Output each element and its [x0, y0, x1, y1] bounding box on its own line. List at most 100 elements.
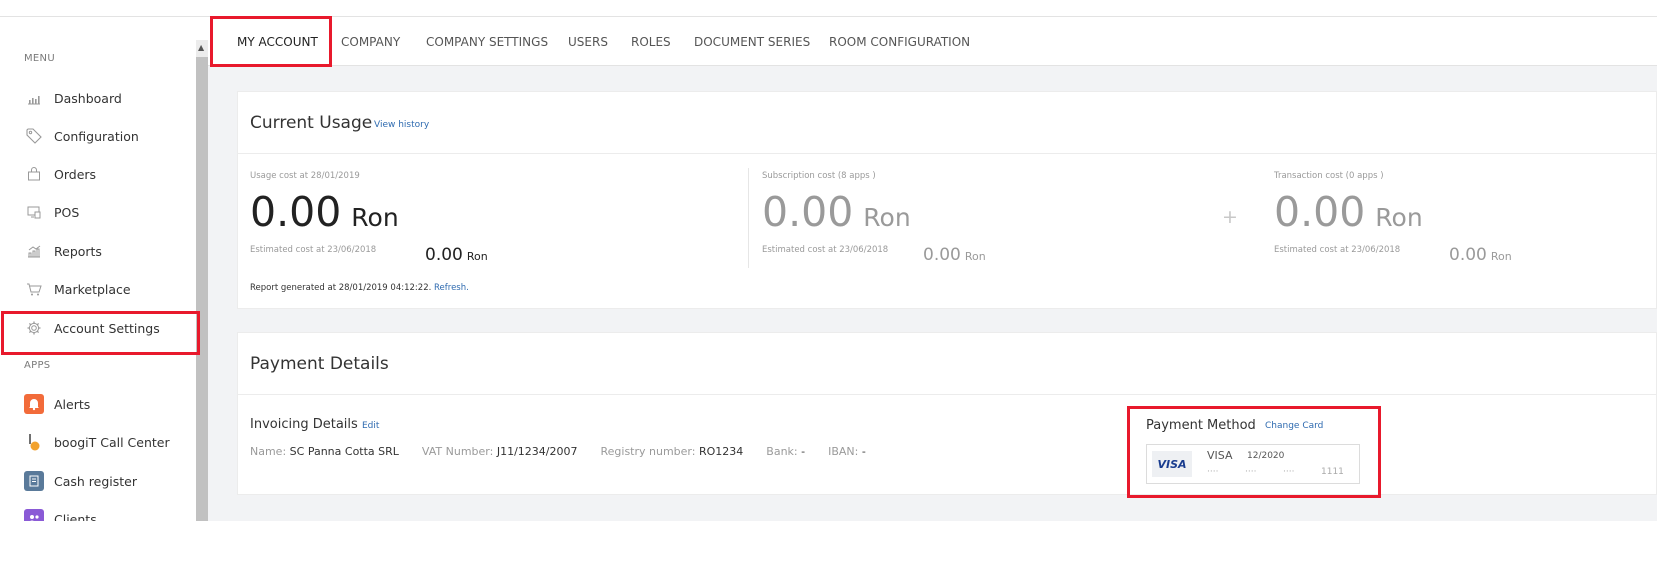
payment-details-card: Payment Details Invoicing Details Edit N…	[237, 332, 1657, 495]
transaction-estimated-label: Estimated cost at 23/06/2018	[1274, 245, 1401, 255]
report-generated-text: Report generated at 28/01/2019 04:12:22.…	[250, 283, 469, 293]
gear-icon	[24, 318, 44, 338]
scroll-up-arrow-icon[interactable]: ▲	[198, 44, 204, 52]
clients-icon	[24, 509, 44, 521]
sidebar-item-reports[interactable]: Reports	[0, 236, 196, 266]
change-card-link[interactable]: Change Card	[1265, 421, 1323, 431]
shopping-bag-icon	[24, 164, 44, 184]
transaction-cost-currency: Ron	[1375, 203, 1423, 232]
edit-invoicing-link[interactable]: Edit	[362, 421, 379, 431]
registry-number: RO1234	[698, 445, 744, 458]
bell-icon	[24, 394, 44, 414]
sidebar-scrollbar[interactable]: ▲	[196, 40, 208, 521]
menu-section-label: MENU	[24, 53, 55, 64]
plus-sign: +	[1222, 206, 1238, 228]
subscription-estimated-amount: 0.00 Ron	[923, 245, 986, 265]
usage-estimated-currency: Ron	[466, 250, 488, 263]
tab-document-series[interactable]: DOCUMENT SERIES	[694, 18, 810, 66]
sidebar-app-label: boogiT Call Center	[54, 434, 170, 450]
sidebar-item-configuration[interactable]: Configuration	[0, 121, 196, 151]
scroll-thumb[interactable]	[196, 57, 208, 521]
sidebar: MENU Dashboard Configuration Orders POS …	[0, 18, 196, 521]
apps-section-label: APPS	[24, 360, 51, 371]
tab-company[interactable]: COMPANY	[341, 18, 400, 66]
phone-icon	[24, 432, 44, 452]
tab-roles[interactable]: ROLES	[631, 18, 671, 66]
name-key: Name:	[250, 445, 287, 458]
tab-my-account[interactable]: MY ACCOUNT	[237, 18, 318, 66]
subscription-estimated-value: 0.00	[923, 245, 961, 265]
card-number-group-1: ····	[1207, 467, 1219, 477]
usage-estimated-value: 0.00	[425, 245, 463, 265]
transaction-cost-label: Transaction cost (0 apps )	[1274, 171, 1384, 181]
cash-register-icon	[24, 471, 44, 491]
iban-value: -	[861, 445, 866, 458]
transaction-estimated-value: 0.00	[1449, 245, 1487, 265]
visa-logo-icon: VISA	[1152, 451, 1192, 477]
subscription-cost-currency: Ron	[863, 203, 911, 232]
bar-chart-icon	[24, 88, 44, 108]
sidebar-app-cash-register[interactable]: Cash register	[0, 466, 196, 496]
view-history-link[interactable]: View history	[374, 120, 429, 130]
tag-icon	[24, 126, 44, 146]
sidebar-item-dashboard[interactable]: Dashboard	[0, 83, 196, 113]
usage-cost-currency: Ron	[351, 203, 399, 232]
iban-key: IBAN:	[828, 445, 859, 458]
subscription-cost-amount: 0.00 Ron	[762, 188, 911, 236]
settings-tabs: MY ACCOUNT COMPANY COMPANY SETTINGS USER…	[208, 18, 1657, 66]
subscription-cost-value: 0.00	[762, 188, 854, 236]
card-brand: VISA	[1207, 449, 1233, 462]
payment-method-title: Payment Method	[1146, 418, 1256, 433]
reports-chart-icon	[24, 241, 44, 261]
tab-company-settings[interactable]: COMPANY SETTINGS	[426, 18, 548, 66]
usage-estimated-label: Estimated cost at 23/06/2018	[250, 245, 377, 255]
main-content: MY ACCOUNT COMPANY COMPANY SETTINGS USER…	[208, 18, 1657, 521]
sidebar-app-alerts[interactable]: Alerts	[0, 389, 196, 419]
sidebar-app-label: Cash register	[54, 473, 138, 489]
report-generated-timestamp: Report generated at 28/01/2019 04:12:22.	[250, 283, 432, 293]
sidebar-item-account-settings[interactable]: Account Settings	[0, 313, 196, 343]
current-usage-title: Current Usage	[250, 113, 373, 133]
usage-cost-value: 0.00	[250, 188, 342, 236]
subscription-cost-label: Subscription cost (8 apps )	[762, 171, 876, 181]
card-number-group-2: ····	[1245, 467, 1257, 477]
registry-key: Registry number:	[600, 445, 696, 458]
vat-key: VAT Number:	[421, 445, 494, 458]
card-number-group-3: ····	[1283, 467, 1295, 477]
column-divider	[748, 168, 749, 268]
subscription-estimated-currency: Ron	[964, 250, 986, 263]
top-bar	[0, 0, 1657, 17]
bank-key: Bank:	[766, 445, 798, 458]
sidebar-item-label: Marketplace	[54, 281, 131, 297]
pos-terminal-icon	[24, 202, 44, 222]
usage-cost-label: Usage cost at 28/01/2019	[250, 171, 360, 181]
vat-number: J11/1234/2007	[496, 445, 578, 458]
subscription-estimated-label: Estimated cost at 23/06/2018	[762, 245, 889, 255]
sidebar-item-label: Reports	[54, 243, 102, 259]
saved-card: VISA VISA 12/2020 ···· ···· ···· 1111	[1146, 444, 1360, 484]
payment-details-header: Payment Details	[238, 333, 1656, 395]
transaction-estimated-amount: 0.00 Ron	[1449, 245, 1512, 265]
refresh-link[interactable]: Refresh.	[434, 283, 469, 293]
company-name: SC Panna Cotta SRL	[289, 445, 399, 458]
tab-users[interactable]: USERS	[568, 18, 608, 66]
sidebar-item-label: Orders	[54, 166, 97, 182]
sidebar-item-marketplace[interactable]: Marketplace	[0, 274, 196, 304]
payment-details-title: Payment Details	[250, 354, 389, 374]
sidebar-item-label: Dashboard	[54, 90, 122, 106]
sidebar-app-label: Alerts	[54, 396, 91, 412]
sidebar-item-label: Configuration	[54, 128, 139, 144]
current-usage-header: Current Usage View history	[238, 92, 1656, 154]
sidebar-item-label: Account Settings	[54, 320, 160, 336]
sidebar-app-call-center[interactable]: boogiT Call Center	[0, 427, 196, 457]
sidebar-item-orders[interactable]: Orders	[0, 159, 196, 189]
card-number-last4: 1111	[1321, 467, 1344, 477]
usage-cost-amount: 0.00 Ron	[250, 188, 399, 236]
transaction-cost-amount: 0.00 Ron	[1274, 188, 1423, 236]
sidebar-item-pos[interactable]: POS	[0, 197, 196, 227]
current-usage-card: Current Usage View history Usage cost at…	[237, 91, 1657, 309]
sidebar-app-label: Clients	[54, 511, 97, 522]
transaction-estimated-currency: Ron	[1490, 250, 1512, 263]
sidebar-app-clients[interactable]: Clients	[0, 504, 196, 521]
tab-room-configuration[interactable]: ROOM CONFIGURATION	[829, 18, 970, 66]
